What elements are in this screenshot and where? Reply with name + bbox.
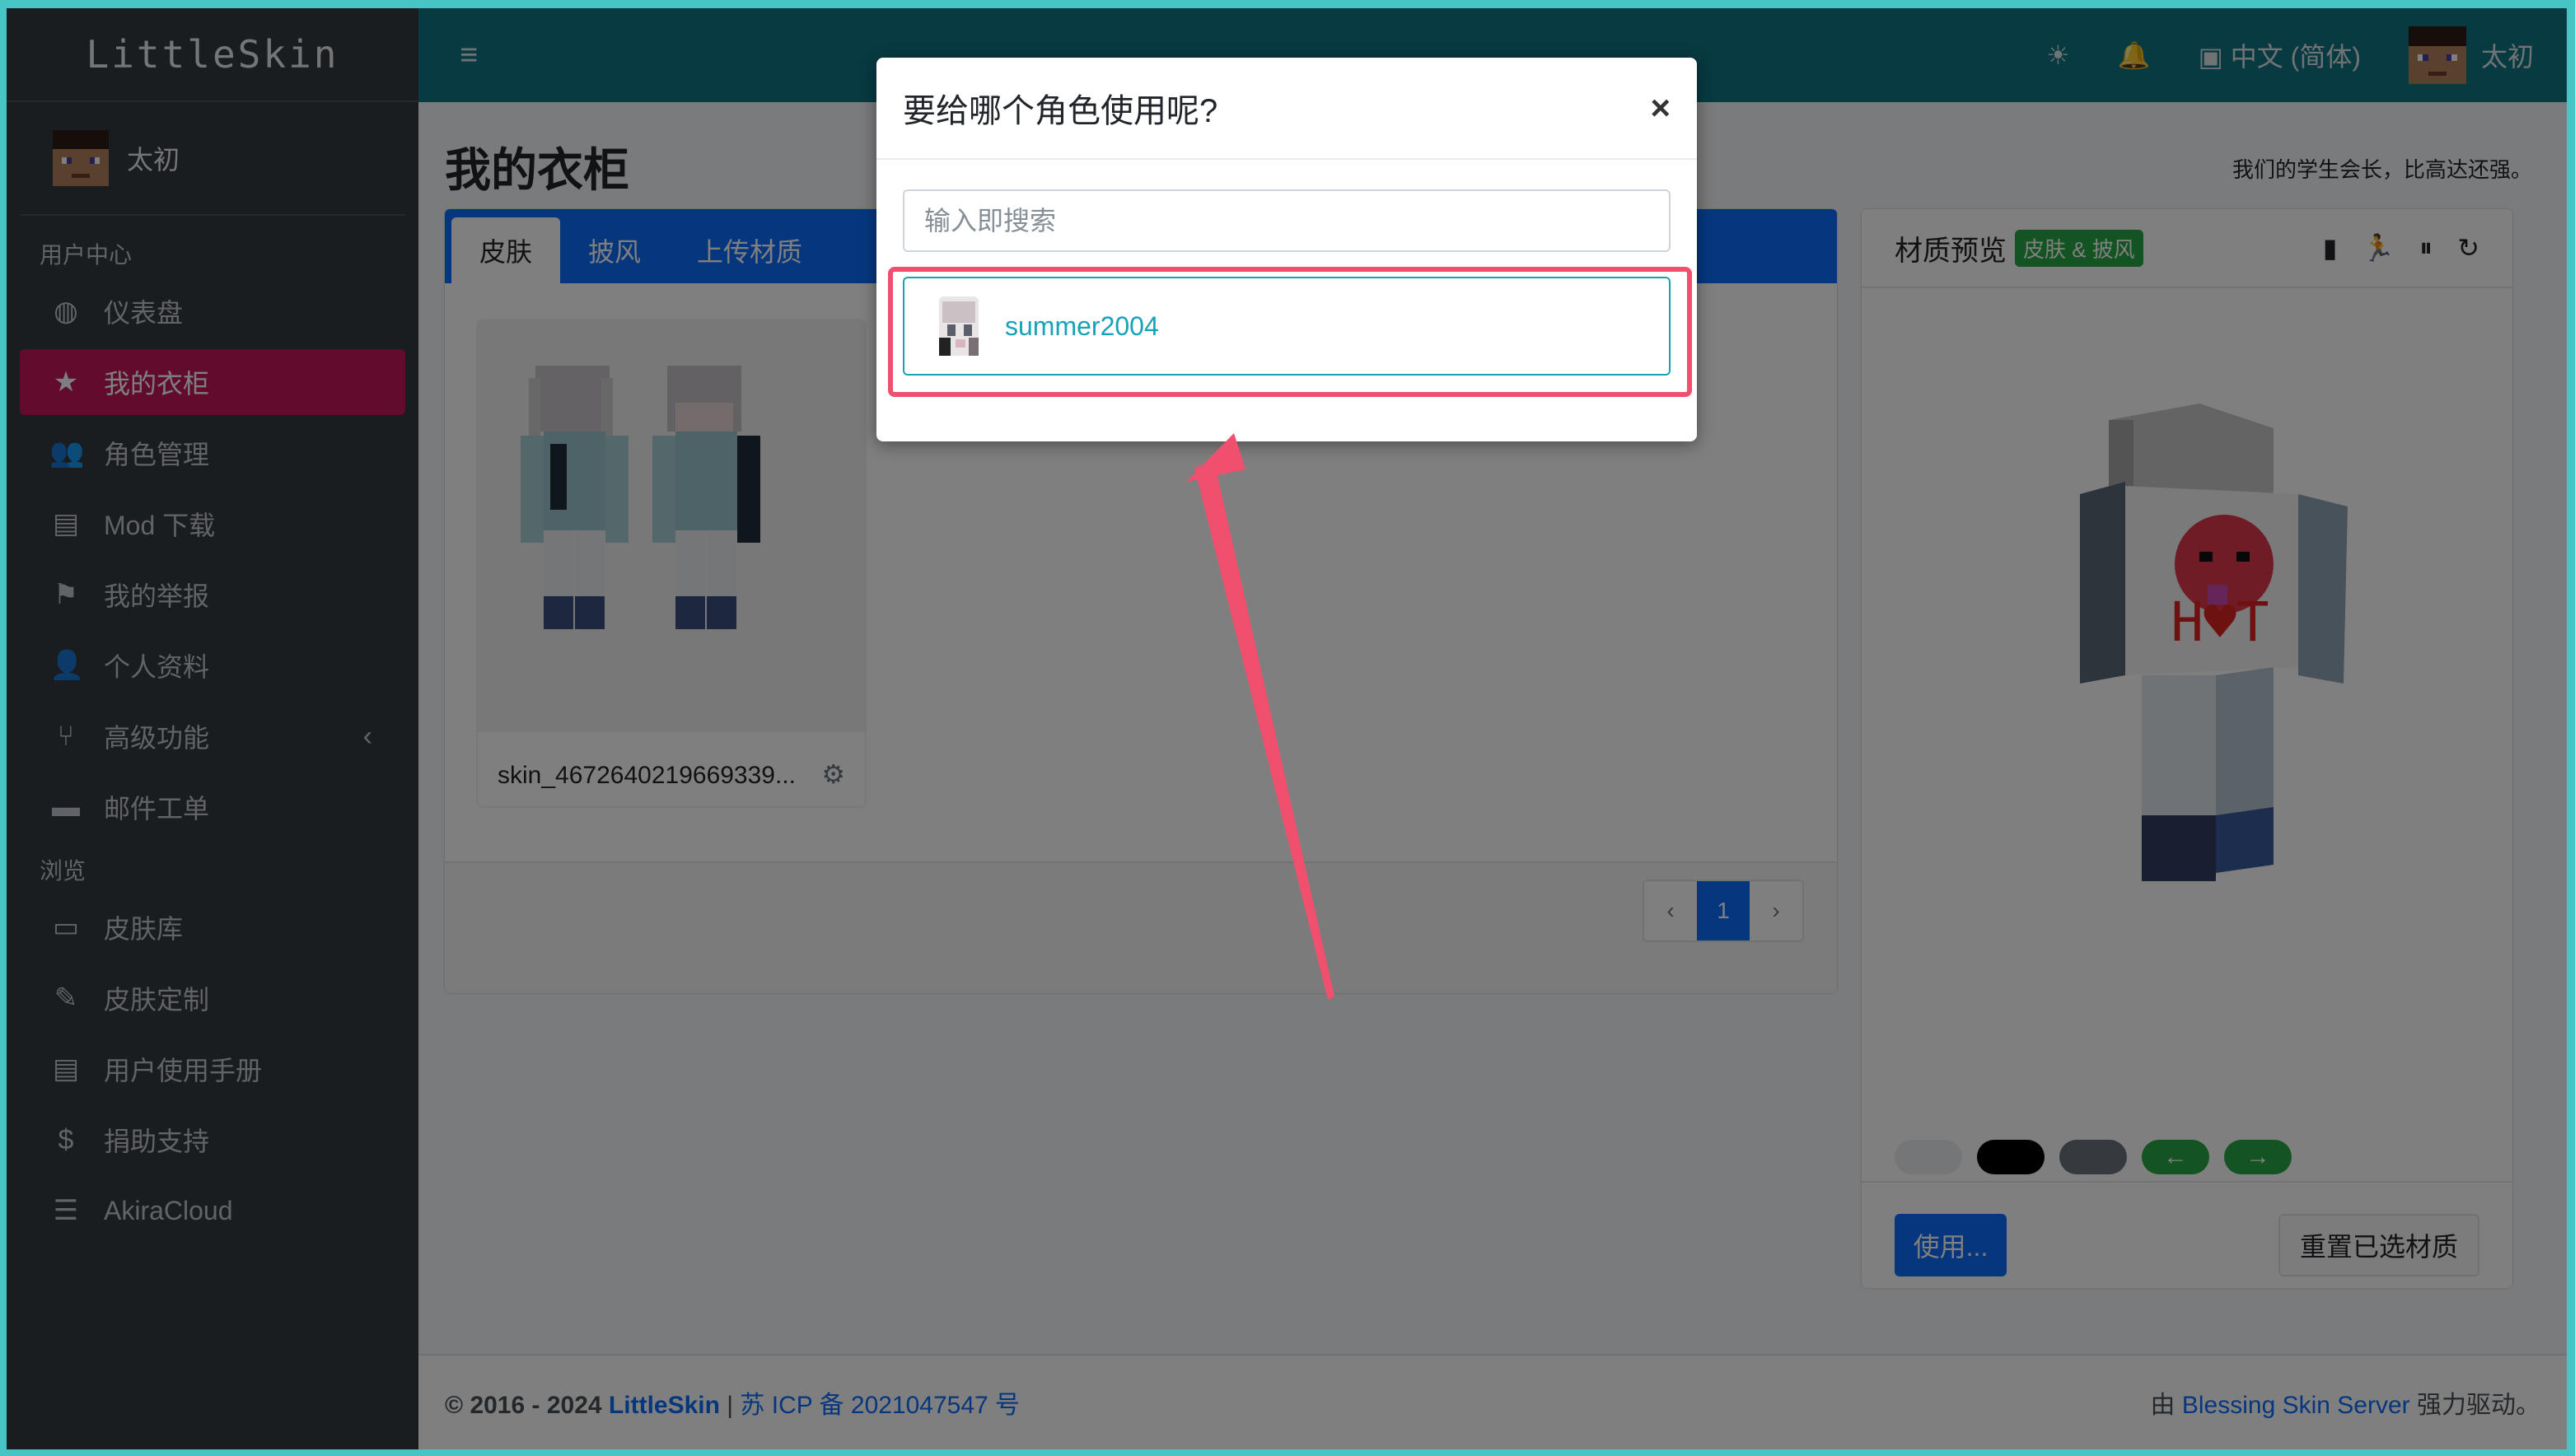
close-icon[interactable]: ×	[1650, 88, 1671, 128]
player-search-input[interactable]	[903, 189, 1671, 252]
modal-header: 要给哪个角色使用呢? ×	[876, 58, 1697, 160]
annotation-highlight-box	[888, 267, 1692, 397]
modal-title: 要给哪个角色使用呢?	[903, 93, 1218, 129]
